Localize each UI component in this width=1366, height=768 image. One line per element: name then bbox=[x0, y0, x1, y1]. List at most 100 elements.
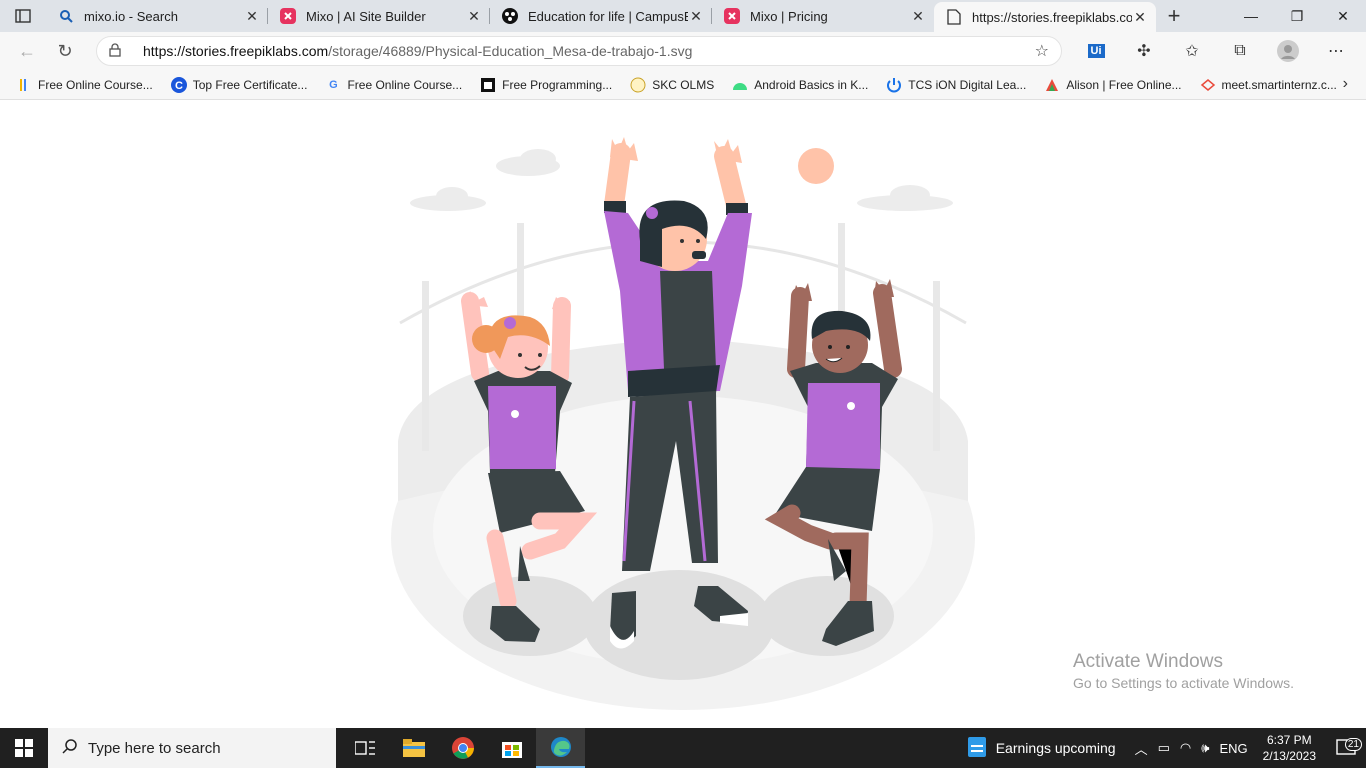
add-favorite-icon[interactable]: ☆ bbox=[1035, 41, 1049, 61]
battery-icon[interactable]: ▭ bbox=[1158, 740, 1170, 756]
clock[interactable]: 6:37 PM 2/13/2023 bbox=[1263, 732, 1316, 764]
activate-windows-watermark: Activate Windows Go to Settings to activ… bbox=[1073, 651, 1294, 691]
taskbar: Type here to search Earnings upcoming ︿ … bbox=[0, 728, 1366, 768]
tab-title: Mixo | Pricing bbox=[750, 8, 828, 24]
bookmark-item[interactable]: Android Basics in K... bbox=[732, 77, 868, 93]
browser-toolbar: ← ↻ https://stories.freepiklabs.com/stor… bbox=[0, 32, 1366, 70]
bookmark-item[interactable]: G Free Online Course... bbox=[325, 77, 462, 93]
bar-icon bbox=[16, 77, 32, 93]
bookmark-label: SKC OLMS bbox=[652, 77, 715, 92]
refresh-icon[interactable]: ↻ bbox=[48, 36, 82, 66]
bookmark-item[interactable]: Alison | Free Online... bbox=[1044, 77, 1182, 93]
bookmark-label: meet.smartinternz.c... bbox=[1221, 77, 1337, 92]
notification-count: 21 bbox=[1344, 738, 1362, 751]
bookmark-item[interactable]: C Top Free Certificate... bbox=[170, 76, 308, 93]
bookmark-label: Alison | Free Online... bbox=[1066, 77, 1182, 92]
campus-icon bbox=[502, 8, 518, 24]
bookmark-label: Free Online Course... bbox=[347, 77, 463, 92]
bookmark-item[interactable]: Free Online Course... bbox=[16, 77, 153, 93]
c-icon: C bbox=[170, 76, 187, 93]
wifi-icon[interactable]: ◠ bbox=[1180, 740, 1191, 756]
news-widget[interactable]: Earnings upcoming bbox=[967, 736, 1116, 760]
notification-center-icon[interactable]: 21 bbox=[1326, 738, 1366, 757]
url-text: https://stories.freepiklabs.com/storage/… bbox=[143, 43, 1035, 59]
bookmark-label: Top Free Certificate... bbox=[192, 77, 308, 92]
bookmark-label: Free Online Course... bbox=[38, 77, 153, 92]
new-tab-button[interactable]: + bbox=[1156, 0, 1192, 32]
tab-mixo-pricing[interactable]: Mixo | Pricing ✕ bbox=[712, 0, 934, 32]
collections-icon[interactable]: ⧉ bbox=[1216, 40, 1264, 62]
watermark-subtitle: Go to Settings to activate Windows. bbox=[1073, 675, 1294, 691]
page-icon bbox=[946, 9, 962, 25]
bookmark-label: Free Programming... bbox=[502, 77, 613, 92]
svg-text:C: C bbox=[175, 80, 183, 92]
search-icon bbox=[58, 8, 74, 24]
file-explorer-icon[interactable] bbox=[389, 728, 438, 768]
tab-title: Education for life | CampusBl bbox=[528, 8, 688, 24]
close-icon[interactable]: ✕ bbox=[1132, 9, 1148, 26]
news-text: Earnings upcoming bbox=[995, 740, 1116, 756]
store-icon[interactable] bbox=[487, 728, 536, 768]
close-icon[interactable]: ✕ bbox=[244, 8, 260, 25]
alison-icon bbox=[1044, 77, 1060, 93]
favorites-icon[interactable]: ✩ bbox=[1168, 40, 1216, 62]
physical-education-illustration bbox=[391, 137, 975, 710]
bookmark-item[interactable]: Free Programming... bbox=[480, 77, 612, 93]
news-icon bbox=[967, 736, 986, 760]
taskbar-search-input[interactable]: Type here to search bbox=[48, 728, 336, 768]
bookmark-label: Android Basics in K... bbox=[754, 77, 869, 92]
close-window-icon[interactable]: ✕ bbox=[1320, 0, 1366, 32]
search-icon bbox=[62, 738, 78, 759]
lock-icon bbox=[109, 42, 127, 60]
chrome-icon[interactable] bbox=[438, 728, 487, 768]
profile-avatar-icon[interactable] bbox=[1264, 40, 1312, 62]
tab-mixo-builder[interactable]: Mixo | AI Site Builder ✕ bbox=[268, 0, 490, 32]
bookmark-item[interactable]: SKC OLMS bbox=[630, 77, 714, 93]
windows-start-icon[interactable] bbox=[0, 728, 48, 768]
url-host: https://stories.freepiklabs.com bbox=[143, 43, 329, 59]
extensions-icon[interactable]: ✣ bbox=[1120, 40, 1168, 62]
tab-mixo-search[interactable]: mixo.io - Search ✕ bbox=[46, 0, 268, 32]
tab-campusblock[interactable]: Education for life | CampusBl ✕ bbox=[490, 0, 712, 32]
android-icon bbox=[732, 77, 748, 93]
tab-actions-icon bbox=[15, 9, 31, 23]
close-icon[interactable]: ✕ bbox=[466, 8, 482, 25]
search-placeholder: Type here to search bbox=[88, 739, 221, 757]
toolbar-icons: Ui ✣ ✩ ⧉ ⋯ bbox=[1072, 40, 1360, 62]
edge-icon[interactable] bbox=[536, 728, 585, 768]
tab-title: Mixo | AI Site Builder bbox=[306, 8, 426, 24]
meet-icon bbox=[1200, 77, 1216, 93]
language-indicator[interactable]: ENG bbox=[1219, 741, 1247, 756]
olms-icon bbox=[630, 77, 646, 93]
task-view-icon[interactable] bbox=[340, 728, 389, 768]
tab-freepik-active[interactable]: https://stories.freepiklabs.com ✕ bbox=[934, 2, 1156, 32]
bookmark-label: TCS iON Digital Lea... bbox=[908, 77, 1027, 92]
chevron-up-icon[interactable]: ︿ bbox=[1135, 739, 1148, 758]
tab-actions-button[interactable] bbox=[0, 0, 46, 32]
close-icon[interactable]: ✕ bbox=[910, 8, 926, 25]
restore-icon[interactable]: ❐ bbox=[1274, 0, 1320, 32]
square-icon bbox=[480, 77, 496, 93]
more-menu-icon[interactable]: ⋯ bbox=[1312, 40, 1360, 62]
bookmarks-bar: Free Online Course... C Top Free Certific… bbox=[0, 70, 1366, 100]
system-tray: Earnings upcoming ︿ ▭ ◠ 🕪 ENG 6:37 PM 2/… bbox=[967, 728, 1366, 768]
tab-title: https://stories.freepiklabs.com bbox=[972, 9, 1132, 25]
page-content bbox=[0, 101, 1366, 728]
close-icon[interactable]: ✕ bbox=[688, 8, 704, 25]
mixo-icon bbox=[280, 8, 296, 24]
g-icon: G bbox=[329, 78, 338, 91]
bookmark-item[interactable]: TCS iON Digital Lea... bbox=[886, 77, 1026, 93]
tab-title: mixo.io - Search bbox=[84, 8, 178, 24]
bookmark-item[interactable]: meet.smartinternz.c... bbox=[1200, 77, 1337, 93]
ui-extension-icon[interactable]: Ui bbox=[1072, 40, 1120, 62]
watermark-title: Activate Windows bbox=[1073, 651, 1223, 672]
back-arrow-icon[interactable]: ← bbox=[10, 36, 44, 66]
clock-time: 6:37 PM bbox=[1266, 733, 1312, 747]
volume-icon[interactable]: 🕪 bbox=[1201, 740, 1209, 756]
mixo-icon bbox=[724, 8, 740, 24]
clock-date: 2/13/2023 bbox=[1262, 749, 1316, 763]
address-bar[interactable]: https://stories.freepiklabs.com/storage/… bbox=[96, 36, 1062, 66]
minimize-icon[interactable]: — bbox=[1228, 0, 1274, 32]
power-icon bbox=[886, 77, 902, 93]
chevron-right-icon[interactable]: › bbox=[1343, 75, 1348, 93]
